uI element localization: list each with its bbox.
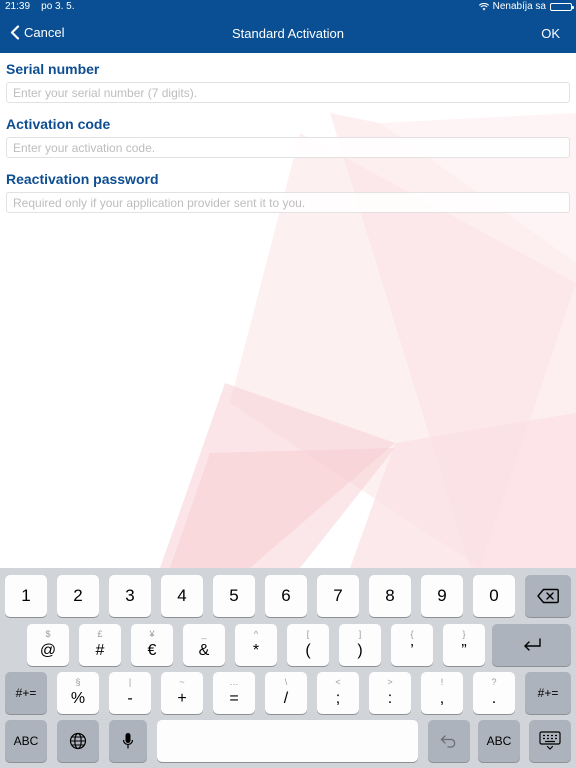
activation-code-label: Activation code (6, 116, 111, 132)
globe-key[interactable] (57, 720, 99, 762)
reactivation-password-input[interactable] (6, 192, 570, 213)
status-bar: 21:39 po 3. 5. Nenabíja sa (0, 0, 576, 14)
undo-key[interactable] (428, 720, 470, 762)
key-8[interactable]: 8 (369, 575, 411, 617)
ok-button[interactable]: OK (541, 26, 560, 41)
key-5[interactable]: 5 (213, 575, 255, 617)
key-minus[interactable]: | - (109, 672, 151, 714)
status-date: po 3. 5. (41, 1, 75, 12)
key-slash[interactable]: \ / (265, 672, 307, 714)
key-at[interactable]: $ @ (27, 624, 69, 666)
key-colon[interactable]: >: (369, 672, 411, 714)
microphone-icon (122, 733, 134, 749)
keyboard-dismiss-icon (539, 731, 561, 750)
space-key[interactable] (157, 720, 418, 762)
key-9[interactable]: 9 (421, 575, 463, 617)
key-period[interactable]: ?. (473, 672, 515, 714)
key-comma[interactable]: !, (421, 672, 463, 714)
status-left: 21:39 po 3. 5. (5, 1, 75, 12)
key-open-paren[interactable]: [( (287, 624, 329, 666)
key-2[interactable]: 2 (57, 575, 99, 617)
backspace-key[interactable] (525, 575, 571, 617)
key-close-paren[interactable]: ]) (339, 624, 381, 666)
wifi-icon (478, 2, 489, 10)
battery-icon (550, 2, 574, 11)
key-asterisk[interactable]: ^ * (235, 624, 277, 666)
abc-key-left[interactable]: ABC (5, 720, 47, 762)
key-equals[interactable]: … = (213, 672, 255, 714)
symbols-shift-key-left[interactable]: #+= (5, 672, 47, 714)
key-semicolon[interactable]: <; (317, 672, 359, 714)
activation-code-input[interactable] (6, 137, 570, 158)
keyboard: 1 2 3 4 5 6 7 8 9 0 $ @ £ # ¥ € _ & ^ * [( ])… (0, 568, 576, 768)
nav-bar: Cancel Standard Activation OK (0, 14, 576, 53)
charging-status: Nenabíja sa (492, 1, 546, 12)
return-icon (523, 638, 541, 651)
keyboard-dismiss-key[interactable] (529, 720, 571, 762)
activation-form: Serial number Activation code Reactivati… (6, 53, 570, 213)
return-key[interactable] (492, 624, 571, 666)
key-apostrophe[interactable]: {’ (391, 624, 433, 666)
key-4[interactable]: 4 (161, 575, 203, 617)
key-ampersand[interactable]: _ & (183, 624, 225, 666)
globe-icon (69, 732, 87, 750)
key-quote[interactable]: }” (443, 624, 485, 666)
key-percent[interactable]: §% (57, 672, 99, 714)
key-6[interactable]: 6 (265, 575, 307, 617)
serial-number-label: Serial number (6, 61, 100, 77)
key-0[interactable]: 0 (473, 575, 515, 617)
key-1[interactable]: 1 (5, 575, 47, 617)
symbols-shift-key-right[interactable]: #+= (525, 672, 571, 714)
status-right: Nenabíja sa (478, 1, 574, 12)
serial-number-input[interactable] (6, 82, 570, 103)
page-title: Standard Activation (231, 26, 345, 41)
key-plus[interactable]: ~ + (161, 672, 203, 714)
status-time: 21:39 (5, 1, 31, 12)
abc-key-right[interactable]: ABC (478, 720, 520, 762)
key-3[interactable]: 3 (109, 575, 151, 617)
key-hash[interactable]: £ # (79, 624, 121, 666)
backspace-icon (537, 588, 559, 604)
key-euro[interactable]: ¥ € (131, 624, 173, 666)
key-7[interactable]: 7 (317, 575, 359, 617)
dictation-key[interactable] (109, 720, 147, 762)
reactivation-password-label: Reactivation password (6, 171, 159, 187)
undo-icon (440, 735, 456, 748)
